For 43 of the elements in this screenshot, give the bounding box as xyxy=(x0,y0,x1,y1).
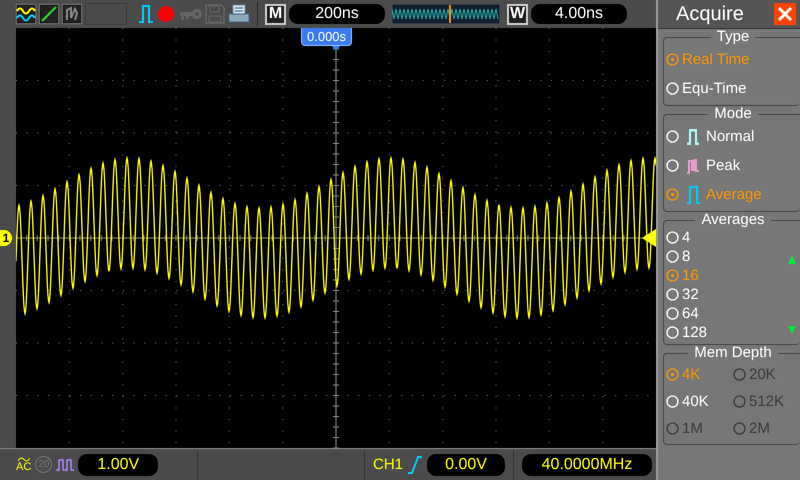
group-title: Mem Depth xyxy=(693,345,773,361)
panel-title: Acquire xyxy=(676,2,744,26)
radio-option: 512K xyxy=(733,388,800,415)
window-label: W xyxy=(507,4,528,24)
tilde-icon xyxy=(18,457,30,462)
trigger-level-readout: 0.00V xyxy=(427,454,505,476)
volts-per-div-readout: 1.00V xyxy=(78,454,158,476)
frequency-readout: 40.0000MHz xyxy=(522,454,652,476)
group-title: Type xyxy=(716,29,750,45)
radio-option: 1M xyxy=(666,415,733,442)
radio-option[interactable]: Normal xyxy=(666,122,800,151)
rising-edge-icon xyxy=(407,456,423,474)
dual-wave-icon xyxy=(16,4,36,24)
radio-option: 2M xyxy=(733,415,800,442)
radio-option: 20K xyxy=(733,361,800,388)
coupling-indicator: AC xyxy=(16,457,32,472)
timebase-label: M xyxy=(265,4,286,24)
scroll-up-icon[interactable] xyxy=(788,256,796,264)
close-icon[interactable] xyxy=(774,3,796,25)
radio-option[interactable]: 32 xyxy=(666,285,800,304)
channel-marker[interactable]: 1 xyxy=(0,230,12,246)
persistence-icon xyxy=(62,4,82,24)
radio-option[interactable]: 40K xyxy=(666,388,733,415)
printer-icon xyxy=(228,4,250,24)
radio-option[interactable]: 4 xyxy=(666,228,800,247)
normal-mode-icon xyxy=(686,126,700,146)
ramp-line-icon xyxy=(39,4,59,24)
radio-option[interactable]: 128 xyxy=(666,323,800,342)
window-timebase-readout: 4.00ns xyxy=(531,4,627,24)
trigger-source-label: CH1 xyxy=(372,456,403,473)
scroll-down-icon[interactable] xyxy=(788,326,796,334)
pulse-icon xyxy=(138,4,154,24)
radio-option[interactable]: 8 xyxy=(666,247,800,266)
square-wave-icon xyxy=(56,458,74,472)
radio-option[interactable]: Equ-Time xyxy=(666,74,800,103)
key-icon xyxy=(178,7,202,21)
group-title: Averages xyxy=(700,212,766,228)
average-mode-icon xyxy=(686,184,700,204)
radio-option[interactable]: Peak xyxy=(666,151,800,180)
record-dot-icon xyxy=(157,5,175,23)
group-title: Mode xyxy=(713,106,753,122)
radio-option[interactable]: 64 xyxy=(666,304,800,323)
timebase-readout: 200ns xyxy=(289,4,385,24)
